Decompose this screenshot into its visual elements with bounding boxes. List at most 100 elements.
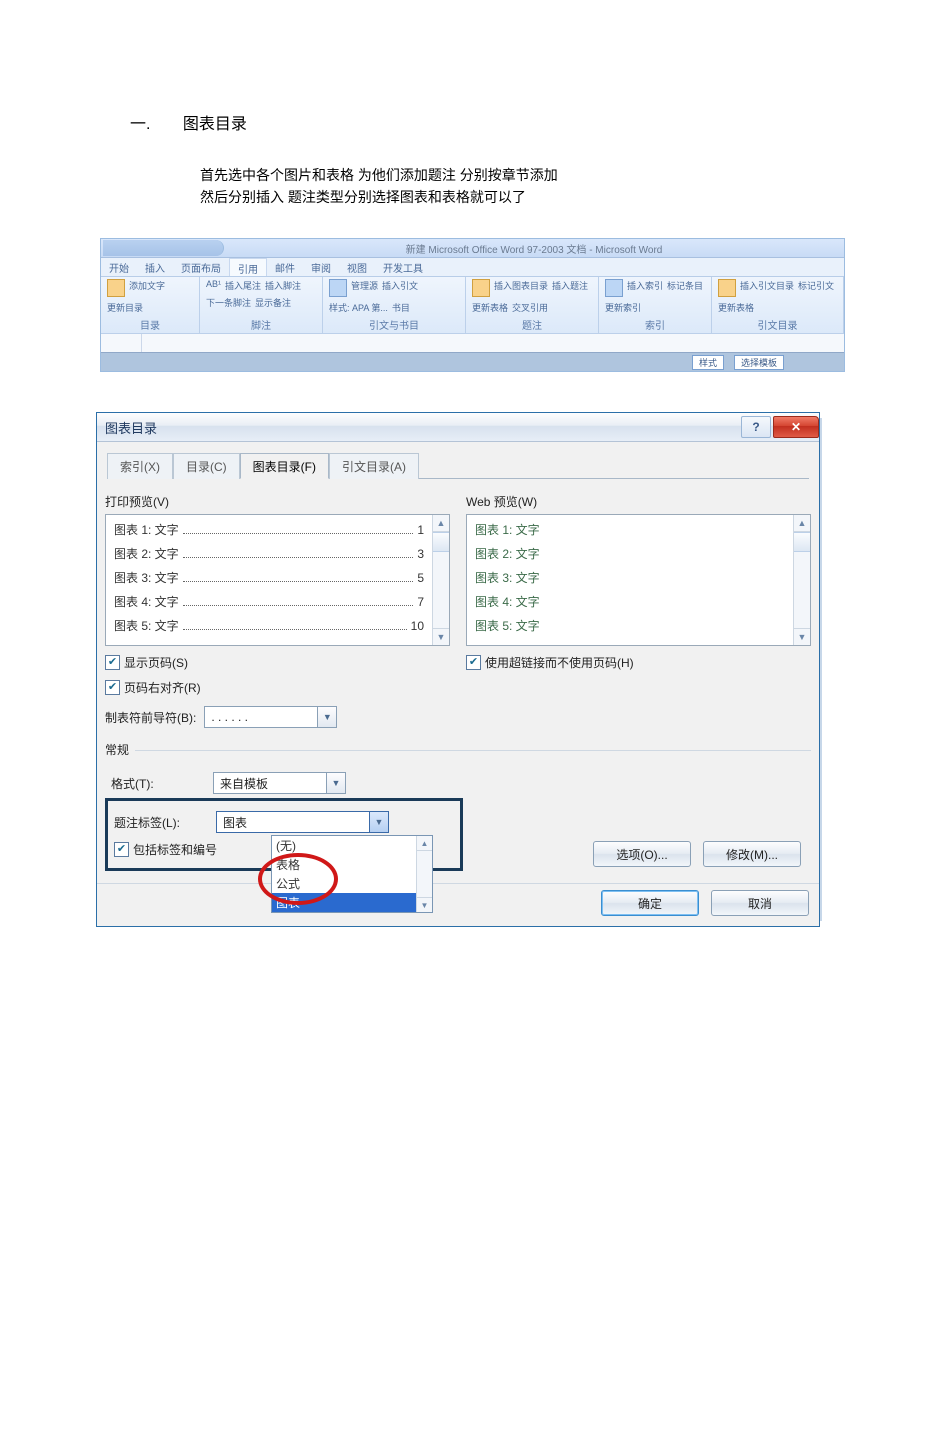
caption-label-value: 图表: [217, 814, 369, 831]
section-heading: 一. 图表目录: [130, 110, 945, 134]
general-legend: 常规: [105, 741, 135, 758]
ribbon-item[interactable]: 插入尾注: [225, 279, 261, 292]
scroll-up-icon[interactable]: ▲: [433, 515, 449, 532]
preview-page: 10: [411, 619, 424, 633]
ribbon-item[interactable]: 插入脚注: [265, 279, 301, 292]
tab-leader-label: 制表符前导符(B):: [105, 709, 196, 726]
window-titlebar: 新建 Microsoft Office Word 97-2003 文档 - Mi…: [101, 239, 844, 258]
show-page-numbers-checkbox[interactable]: ✔: [105, 655, 120, 670]
cancel-button[interactable]: 取消: [711, 890, 809, 916]
ribbon-item[interactable]: 书目: [392, 301, 410, 314]
dropdown-option-selected[interactable]: 图表: [272, 893, 416, 912]
ribbon-item[interactable]: 插入引文: [382, 279, 418, 292]
tab-figures[interactable]: 图表目录(F): [240, 453, 329, 479]
caption-label-dropdown[interactable]: (无) 表格 公式 图表 ▲ ▼: [271, 835, 433, 913]
scrollbar[interactable]: ▲ ▼: [793, 515, 810, 645]
question-icon: ?: [752, 420, 759, 434]
dropdown-option[interactable]: (无): [272, 836, 416, 855]
ribbon-item[interactable]: 标记条目: [667, 279, 703, 292]
index-icon[interactable]: [605, 279, 623, 297]
ribbon-item[interactable]: 更新目录: [107, 301, 143, 314]
scrollbar[interactable]: ▲ ▼: [432, 515, 449, 645]
ribbon-item[interactable]: 插入索引: [627, 279, 663, 292]
ribbon-item[interactable]: 下一条脚注: [206, 296, 251, 309]
format-combo[interactable]: 来自模板 ▼: [213, 772, 346, 794]
authorities-icon[interactable]: [718, 279, 736, 297]
ribbon-item[interactable]: 交叉引用: [512, 301, 548, 314]
paragraph-1: 首先选中各个图片和表格 为他们添加题注 分别按章节添加: [200, 164, 945, 186]
modify-button[interactable]: 修改(M)...: [703, 841, 801, 867]
ribbon-tab[interactable]: 视图: [339, 258, 375, 276]
ribbon-item[interactable]: 添加文字: [129, 279, 165, 292]
ribbon-item[interactable]: 更新索引: [605, 301, 641, 314]
scroll-down-icon[interactable]: ▼: [433, 628, 449, 645]
caption-label-combo[interactable]: 图表 ▼: [216, 811, 389, 833]
ribbon-tab[interactable]: 开始: [101, 258, 137, 276]
preview-link: 图表 3: 文字: [475, 569, 540, 586]
preview-page: 3: [417, 547, 424, 561]
ribbon-group-label: 索引: [605, 317, 705, 333]
dialog-titlebar[interactable]: 图表目录 ? ✕: [97, 413, 819, 442]
ruler: [101, 333, 844, 352]
check-icon: ✔: [108, 657, 117, 668]
ribbon-item[interactable]: AB¹: [206, 279, 221, 289]
include-label-checkbox[interactable]: ✔: [114, 842, 129, 857]
dropdown-scrollbar[interactable]: ▲ ▼: [416, 836, 432, 912]
scroll-thumb[interactable]: [433, 532, 449, 552]
scroll-up-icon[interactable]: ▲: [417, 836, 432, 851]
dropdown-option[interactable]: 公式: [272, 874, 416, 893]
tab-authorities[interactable]: 引文目录(A): [329, 453, 419, 479]
preview-page: 1: [417, 523, 424, 537]
tab-leader-combo[interactable]: . . . . . . ▼: [204, 706, 337, 728]
ribbon-item[interactable]: 标记引文: [798, 279, 834, 292]
ribbon-tab[interactable]: 页面布局: [173, 258, 229, 276]
cancel-button-label: 取消: [748, 895, 772, 912]
help-button[interactable]: ?: [741, 416, 771, 438]
tab-leader-value: . . . . . .: [205, 710, 317, 724]
chevron-down-icon[interactable]: ▼: [369, 812, 388, 832]
close-icon: ✕: [791, 420, 801, 434]
options-button[interactable]: 选项(O)...: [593, 841, 691, 867]
ribbon-item[interactable]: 更新表格: [718, 301, 754, 314]
toc-icon[interactable]: [107, 279, 125, 297]
ribbon-item[interactable]: 样式: APA 第...: [329, 301, 388, 314]
print-preview-box: 图表 1: 文字1 图表 2: 文字3 图表 3: 文字5 图表 4: 文字7 …: [105, 514, 450, 646]
tab-toc[interactable]: 目录(C): [173, 453, 240, 479]
ribbon-item[interactable]: 管理源: [351, 279, 378, 292]
preview-link: 图表 2: 文字: [475, 545, 540, 562]
caption-icon[interactable]: [472, 279, 490, 297]
preview-item: 图表 1: 文字: [114, 521, 179, 538]
dialog-tabs: 索引(X) 目录(C) 图表目录(F) 引文目录(A): [107, 452, 809, 479]
chevron-down-icon[interactable]: ▼: [317, 707, 336, 727]
ribbon-item[interactable]: 插入引文目录: [740, 279, 794, 292]
scroll-down-icon[interactable]: ▼: [794, 628, 810, 645]
use-hyperlinks-checkbox[interactable]: ✔: [466, 655, 481, 670]
options-button-label: 选项(O)...: [616, 846, 667, 863]
scroll-up-icon[interactable]: ▲: [794, 515, 810, 532]
print-preview-label: 打印预览(V): [105, 493, 450, 510]
ribbon-item[interactable]: 插入题注: [552, 279, 588, 292]
scroll-thumb[interactable]: [794, 532, 810, 552]
citation-icon[interactable]: [329, 279, 347, 297]
ribbon-tab-active[interactable]: 引用: [229, 258, 267, 276]
preview-item: 图表 2: 文字: [114, 545, 179, 562]
dialog-title: 图表目录: [105, 418, 157, 437]
ribbon-tab[interactable]: 开发工具: [375, 258, 431, 276]
ribbon-item[interactable]: 显示备注: [255, 296, 291, 309]
right-align-checkbox[interactable]: ✔: [105, 680, 120, 695]
ok-button[interactable]: 确定: [601, 890, 699, 916]
ribbon-tab[interactable]: 邮件: [267, 258, 303, 276]
tab-index[interactable]: 索引(X): [107, 453, 173, 479]
close-button[interactable]: ✕: [773, 416, 819, 438]
ribbon-tab[interactable]: 插入: [137, 258, 173, 276]
heading-number: 一.: [130, 116, 150, 133]
scroll-down-icon[interactable]: ▼: [417, 897, 432, 912]
body-paragraphs: 首先选中各个图片和表格 为他们添加题注 分别按章节添加 然后分别插入 题注类型分…: [200, 164, 945, 208]
ribbon-tab[interactable]: 审阅: [303, 258, 339, 276]
ribbon-item[interactable]: 更新表格: [472, 301, 508, 314]
chevron-down-icon[interactable]: ▼: [326, 773, 345, 793]
ribbon-group-label: 脚注: [206, 317, 316, 333]
ribbon-tabs: 开始 插入 页面布局 引用 邮件 审阅 视图 开发工具: [101, 258, 844, 277]
dropdown-option[interactable]: 表格: [272, 855, 416, 874]
ribbon-item[interactable]: 插入图表目录: [494, 279, 548, 292]
